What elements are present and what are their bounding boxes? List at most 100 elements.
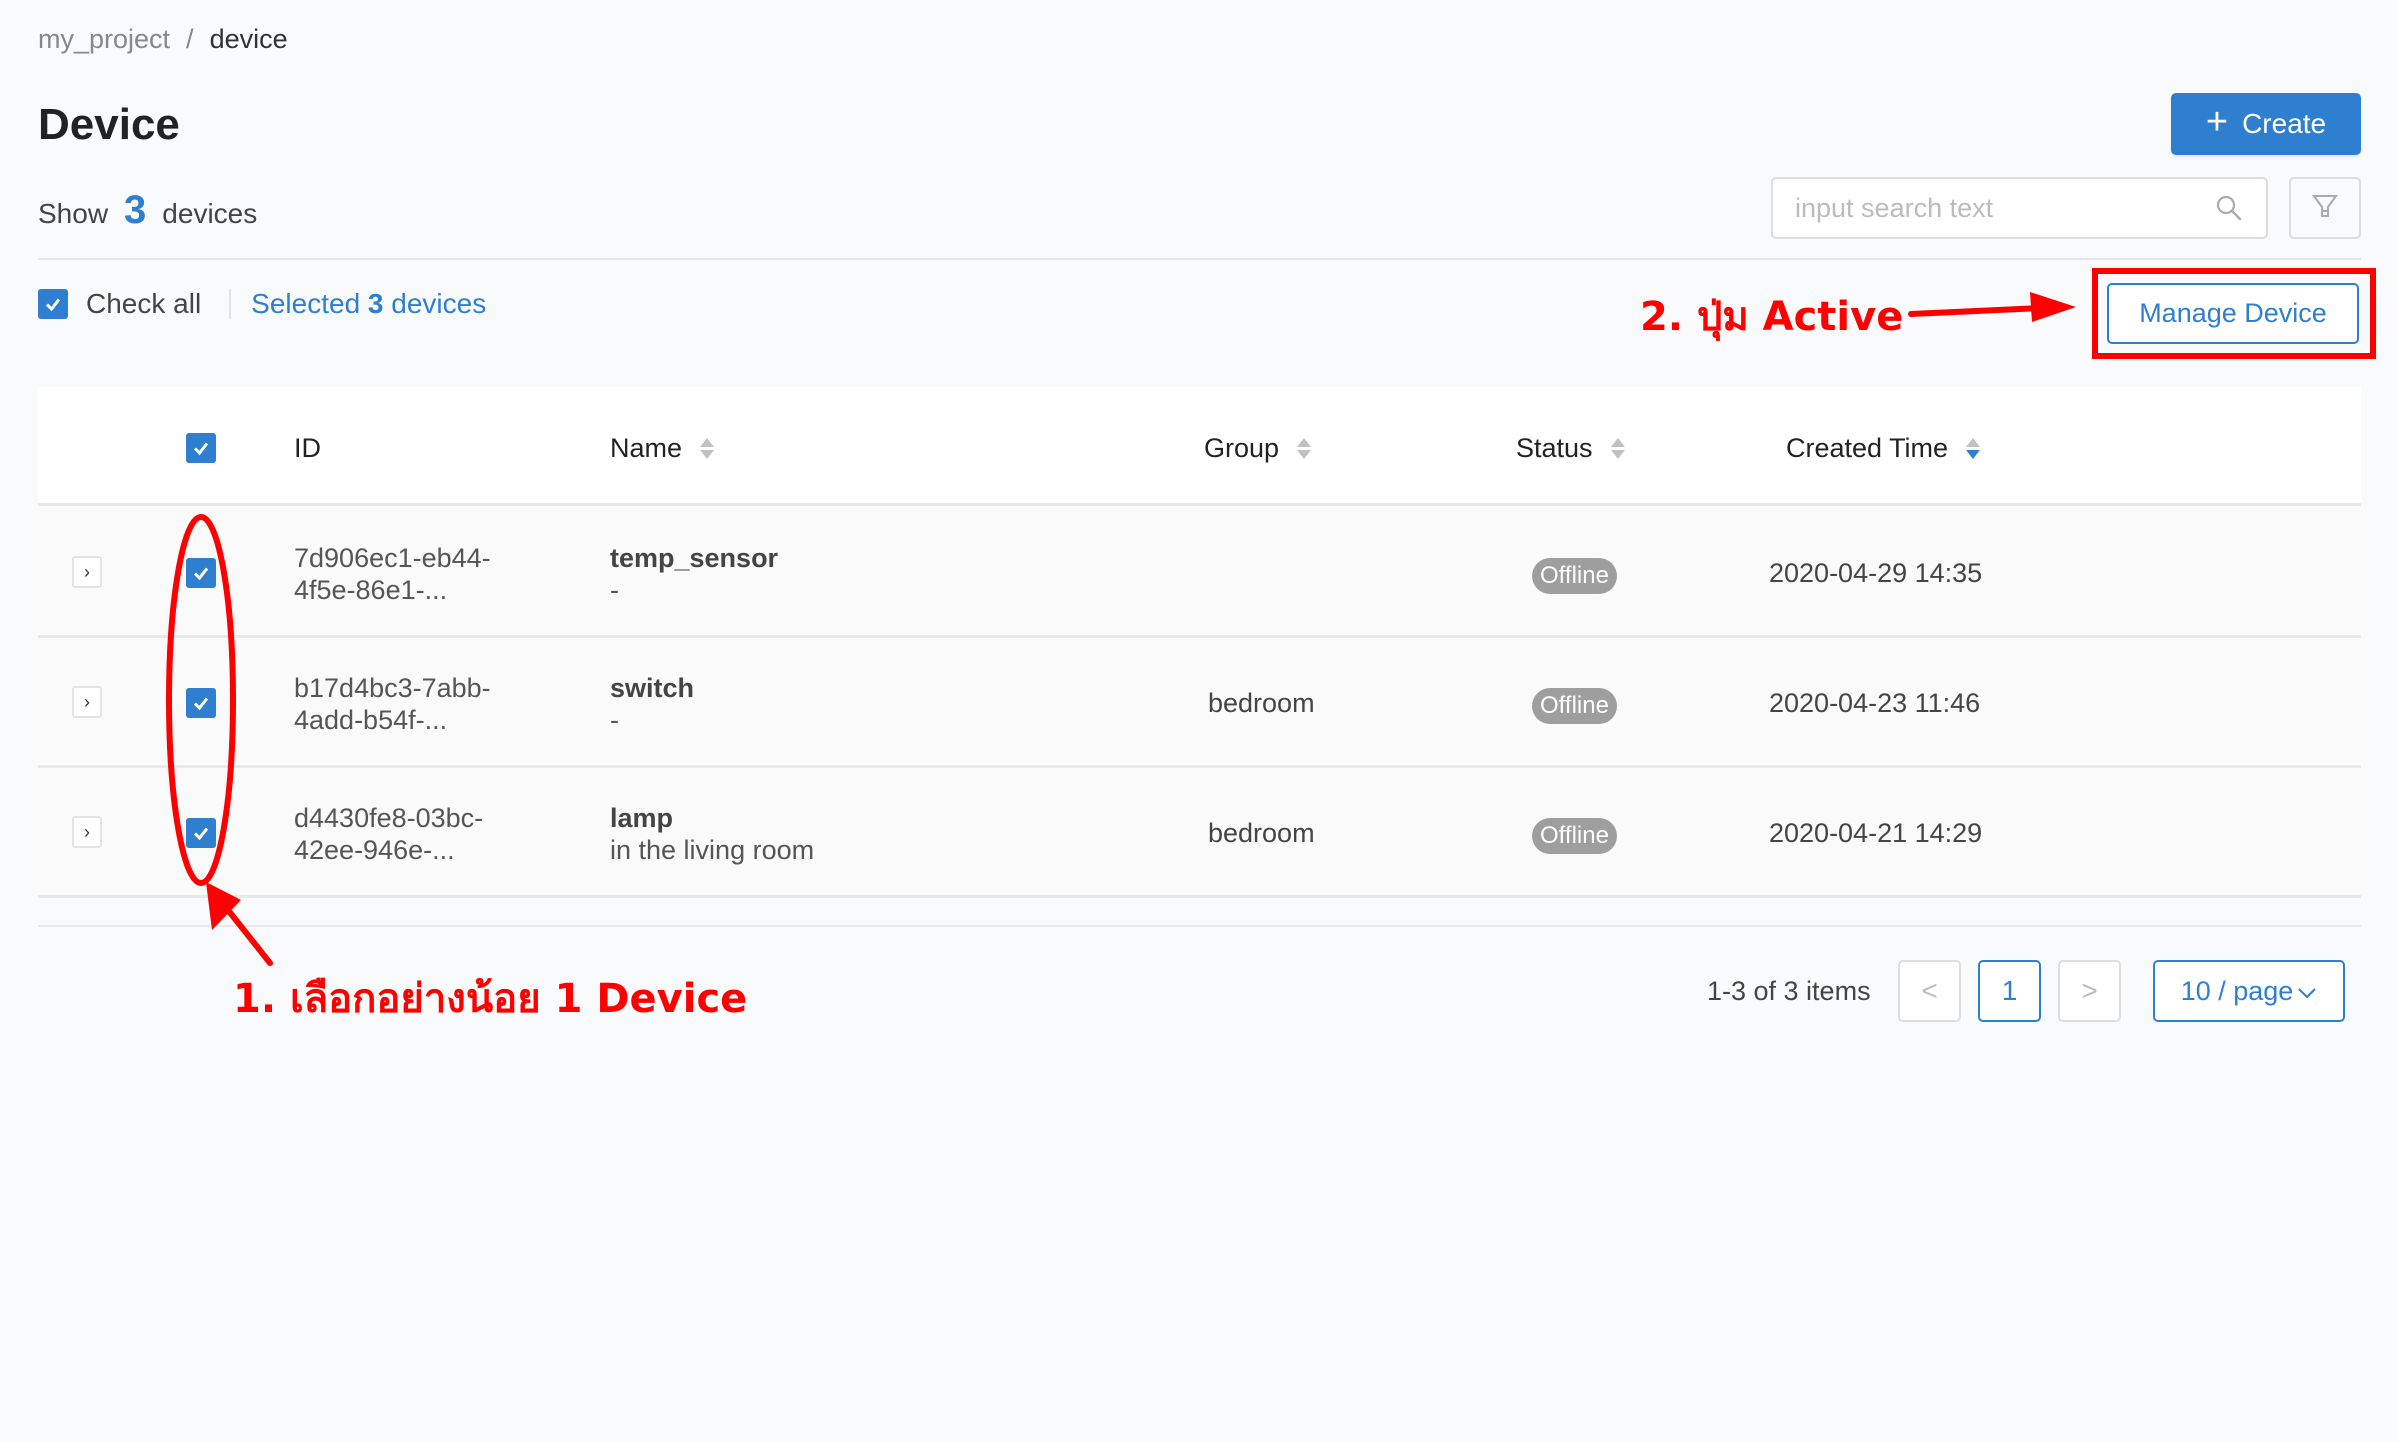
create-button-label: Create	[2242, 108, 2327, 139]
device-id-line: 4f5e-86e1-...	[294, 575, 448, 605]
pagination-info: 1-3 of 3 items	[1707, 976, 1871, 1006]
expand-row-button[interactable]: ›	[72, 686, 102, 718]
status-badge: Offline	[1532, 818, 1617, 854]
device-group: bedroom	[1208, 688, 1315, 718]
annotation-arrow-1-shaft	[217, 897, 273, 966]
chevron-right-icon: >	[2081, 975, 2098, 1006]
pagination-prev-button[interactable]: <	[1898, 960, 1961, 1022]
annotation-step-1: 1. เลือกอย่างน้อย 1 Device	[233, 976, 748, 1022]
column-header-created-time[interactable]: Created Time	[1786, 433, 1981, 464]
checkmark-icon	[193, 827, 209, 841]
checkmark-icon	[193, 697, 209, 711]
device-group: bedroom	[1208, 818, 1315, 848]
device-name[interactable]: lamp	[610, 802, 814, 834]
expand-row-button[interactable]: ›	[72, 556, 102, 588]
column-header-name[interactable]: Name	[610, 433, 715, 464]
check-all-bar: Check all Selected 3 devices	[38, 288, 486, 320]
filter-button[interactable]	[2289, 177, 2361, 239]
table-row[interactable]: › 7d906ec1-eb44- 4f5e-86e1-... temp_senso…	[38, 508, 2361, 638]
device-id: d4430fe8-03bc- 42ee-946e-...	[294, 802, 534, 866]
status-badge: Offline	[1532, 558, 1617, 594]
search-icon[interactable]	[2214, 193, 2244, 223]
created-time: 2020-04-23 11:46	[1769, 688, 1981, 718]
device-count: 3	[124, 188, 147, 232]
chevron-right-icon: ›	[84, 821, 90, 842]
column-header-status[interactable]: Status	[1516, 433, 1625, 464]
page-title: Device	[38, 100, 180, 149]
created-time: 2020-04-29 14:35	[1769, 558, 1983, 588]
device-id: b17d4bc3-7abb- 4add-b54f-...	[294, 672, 534, 736]
breadcrumb-item-current: device	[209, 24, 288, 54]
column-label: Group	[1204, 433, 1280, 463]
device-id-line: 42ee-946e-...	[294, 835, 455, 865]
device-name-cell: temp_sensor -	[610, 542, 778, 606]
page-size-select[interactable]: 10 / page	[2153, 960, 2345, 1022]
device-id-line: b17d4bc3-7abb-	[294, 673, 491, 703]
status-badge: Offline	[1532, 688, 1617, 724]
breadcrumb-item-project[interactable]: my_project	[38, 24, 170, 55]
column-label: Created Time	[1786, 433, 1949, 463]
summary-suffix: devices	[162, 198, 258, 229]
selected-count: 3	[367, 288, 384, 319]
device-name[interactable]: switch	[610, 672, 694, 704]
device-name-cell: switch -	[610, 672, 694, 736]
row-checkbox[interactable]	[186, 558, 216, 588]
pagination-next-button[interactable]: >	[2058, 960, 2121, 1022]
device-description: -	[610, 705, 619, 735]
sort-icon[interactable]	[700, 438, 715, 459]
check-all-label[interactable]: Check all	[86, 288, 201, 320]
header-divider	[38, 258, 2361, 260]
checkmark-icon	[45, 298, 61, 312]
column-header-group[interactable]: Group	[1204, 433, 1312, 464]
device-id: 7d906ec1-eb44- 4f5e-86e1-...	[294, 542, 534, 606]
annotation-arrow-2-head	[2030, 292, 2076, 322]
created-time: 2020-04-21 14:29	[1769, 818, 1983, 848]
sort-descend-icon[interactable]	[1966, 438, 1981, 459]
column-label: Name	[610, 433, 683, 463]
breadcrumb: my_project / device	[38, 24, 288, 55]
chevron-left-icon: <	[1921, 975, 1938, 1006]
device-id-line: d4430fe8-03bc-	[294, 803, 484, 833]
chevron-right-icon: ›	[84, 691, 90, 712]
column-label: ID	[294, 433, 321, 463]
device-description: in the living room	[610, 835, 815, 865]
pagination-page-1[interactable]: 1	[1978, 960, 2041, 1022]
column-label: Status	[1516, 433, 1593, 463]
device-description: -	[610, 575, 619, 605]
column-header-id: ID	[294, 433, 321, 464]
device-id-line: 4add-b54f-...	[294, 705, 448, 735]
selected-count-text: Selected 3 devices	[251, 288, 486, 320]
search-input[interactable]	[1795, 192, 2214, 224]
expand-row-button[interactable]: ›	[72, 816, 102, 848]
check-all-checkbox[interactable]	[38, 289, 68, 319]
search-box	[1771, 177, 2268, 239]
annotation-highlight-box	[2092, 268, 2376, 359]
selected-suffix: devices	[391, 288, 487, 319]
table-row[interactable]: › d4430fe8-03bc- 42ee-946e-... lamp in the…	[38, 768, 2361, 898]
row-checkbox[interactable]	[186, 818, 216, 848]
checkmark-icon	[193, 567, 209, 581]
filter-icon	[2311, 192, 2339, 225]
chevron-right-icon: ›	[84, 561, 90, 582]
row-checkbox[interactable]	[186, 688, 216, 718]
annotation-arrow-2-shaft	[1908, 305, 2043, 317]
sort-icon[interactable]	[1297, 438, 1312, 459]
sort-icon[interactable]	[1610, 438, 1625, 459]
summary-prefix: Show	[38, 198, 109, 229]
table-row[interactable]: › b17d4bc3-7abb- 4add-b54f-... switch - be…	[38, 638, 2361, 768]
header-select-all-checkbox[interactable]	[186, 433, 216, 463]
device-id-line: 7d906ec1-eb44-	[294, 543, 491, 573]
plus-icon: +	[2205, 101, 2229, 143]
device-table: ID Name Group Status Created Time › 7d90…	[38, 387, 2361, 898]
page-size-label: 10 / page	[2180, 975, 2294, 1006]
table-header: ID Name Group Status Created Time	[38, 387, 2361, 506]
device-name[interactable]: temp_sensor	[610, 542, 778, 574]
selected-prefix: Selected	[251, 288, 361, 319]
chevron-down-icon	[2297, 976, 2317, 1007]
table-footer-divider	[38, 925, 2361, 927]
create-button[interactable]: + Create	[2171, 93, 2361, 155]
checkmark-icon	[193, 442, 209, 456]
breadcrumb-separator: /	[186, 24, 194, 54]
device-name-cell: lamp in the living room	[610, 802, 814, 866]
check-all-separator	[229, 289, 232, 319]
